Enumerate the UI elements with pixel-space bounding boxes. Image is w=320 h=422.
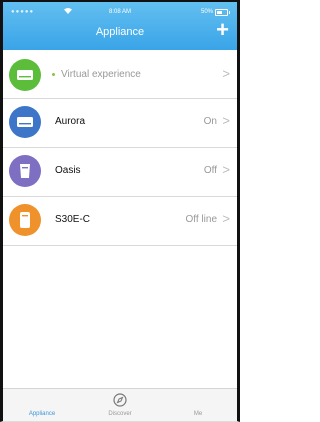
- bottom-tab-bar: Appliance Discover Me: [3, 388, 237, 421]
- device-state: On: [203, 116, 217, 127]
- device-name: Oasis: [55, 165, 81, 176]
- tab-label: Me: [193, 411, 203, 417]
- add-device-button[interactable]: +: [216, 19, 229, 41]
- tab-label: Appliance: [28, 411, 56, 417]
- app-frame: ●●●●● 8:08 AM 50% Appliance + Virtual ex…: [0, 0, 240, 422]
- ac-unit-icon: [9, 106, 41, 138]
- status-bar: ●●●●● 8:08 AM 50%: [3, 8, 237, 20]
- page-title: Appliance: [95, 26, 145, 38]
- tab-discover[interactable]: Discover: [81, 389, 159, 421]
- battery-percent: 50%: [200, 9, 213, 15]
- ac-unit-icon: [9, 59, 41, 91]
- device-list: Virtual experience > Aurora On > Oasis O…: [3, 52, 237, 246]
- device-name: Virtual experience: [61, 69, 141, 80]
- tab-appliance[interactable]: Appliance: [3, 389, 81, 421]
- compass-icon: [112, 392, 128, 408]
- chevron-right-icon: >: [222, 162, 230, 177]
- dehumidifier-icon: [9, 155, 41, 187]
- device-row-aurora[interactable]: Aurora On >: [3, 99, 237, 148]
- device-row-oasis[interactable]: Oasis Off >: [3, 148, 237, 197]
- battery-icon: [215, 9, 230, 16]
- chevron-right-icon: >: [222, 66, 230, 81]
- device-name: S30E-C: [55, 214, 91, 225]
- device-state: Off: [203, 165, 217, 176]
- device-state: Off line: [185, 214, 218, 225]
- chevron-right-icon: >: [222, 113, 230, 128]
- device-row-virtual-experience[interactable]: Virtual experience >: [3, 52, 237, 99]
- chevron-right-icon: >: [222, 211, 230, 226]
- device-name: Aurora: [55, 116, 86, 127]
- tab-label: Discover: [108, 411, 132, 417]
- status-dot: [52, 73, 55, 76]
- header-bar: ●●●●● 8:08 AM 50% Appliance +: [3, 2, 237, 50]
- portable-unit-icon: [9, 204, 41, 236]
- device-row-s30e-c[interactable]: S30E-C Off line >: [3, 197, 237, 246]
- tab-me[interactable]: Me: [159, 389, 237, 421]
